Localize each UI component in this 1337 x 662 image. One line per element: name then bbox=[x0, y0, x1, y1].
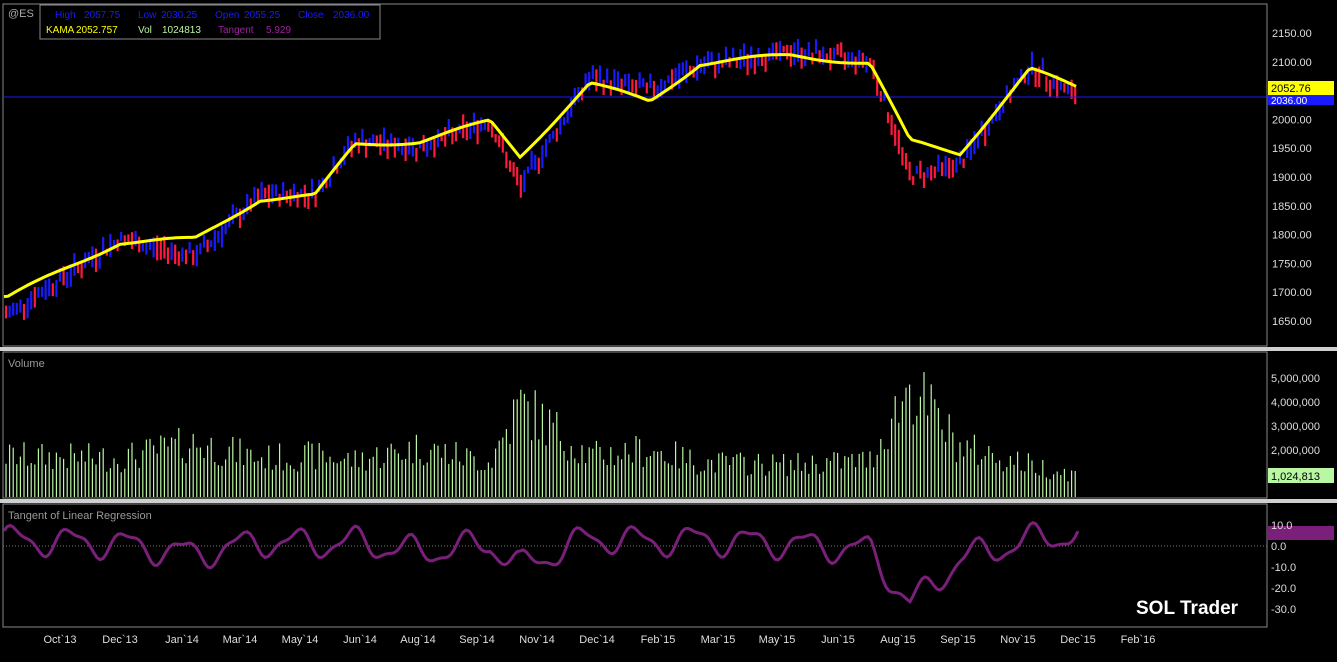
tangent-tick: 0.0 bbox=[1271, 541, 1286, 553]
time-tick: Jan`14 bbox=[165, 634, 199, 646]
time-tick: Sep`14 bbox=[459, 634, 494, 646]
time-tick: Mar`15 bbox=[701, 634, 736, 646]
volume-axis: 5,000,000 4,000,000 3,000,000 2,000,000 bbox=[1271, 373, 1320, 457]
price-tick: 1800.00 bbox=[1272, 230, 1312, 242]
tangent-tick: 10.0 bbox=[1271, 520, 1292, 532]
time-tick: Jun`14 bbox=[343, 634, 377, 646]
time-tick: Dec`14 bbox=[579, 634, 614, 646]
info-value: 1024813 bbox=[162, 25, 201, 36]
watermark: SOL Trader bbox=[1136, 598, 1239, 619]
volume-badge-label: 1,024,813 bbox=[1271, 471, 1320, 483]
time-tick: May`15 bbox=[759, 634, 796, 646]
info-value: 2055.25 bbox=[244, 10, 281, 21]
pane-separator-2[interactable] bbox=[0, 499, 1337, 503]
info-value: 5.929 bbox=[266, 25, 291, 36]
info-label: Close bbox=[298, 10, 324, 21]
volume-title: Volume bbox=[8, 358, 45, 370]
time-axis: Oct`13 Dec`13 Jan`14 Mar`14 May`14 Jun`14 Aug`… bbox=[43, 634, 1155, 646]
time-tick: Oct`13 bbox=[43, 634, 76, 646]
tangent-tick: -10.0 bbox=[1271, 562, 1296, 574]
price-tick: 1900.00 bbox=[1272, 172, 1312, 184]
price-tick: 1850.00 bbox=[1272, 201, 1312, 213]
price-tick: 1700.00 bbox=[1272, 287, 1312, 299]
time-tick: Nov`15 bbox=[1000, 634, 1035, 646]
symbol-label: @ES bbox=[8, 8, 34, 20]
price-tick: 1650.00 bbox=[1272, 316, 1312, 328]
time-tick: Mar`14 bbox=[223, 634, 258, 646]
info-label: KAMA bbox=[46, 25, 75, 36]
info-value: 2030.25 bbox=[161, 10, 198, 21]
time-tick: Dec`15 bbox=[1060, 634, 1095, 646]
info-value: 2052.757 bbox=[76, 25, 118, 36]
tangent-tick: -20.0 bbox=[1271, 583, 1296, 595]
price-axis: 2150.002100.002050.002000.001950.001900.… bbox=[1272, 28, 1312, 328]
tangent-line bbox=[2, 520, 1080, 604]
tangent-panel-frame bbox=[2, 503, 1268, 628]
volume-tick: 4,000,000 bbox=[1271, 397, 1320, 409]
info-value: 2036.00 bbox=[333, 10, 370, 21]
price-tick: 1750.00 bbox=[1272, 258, 1312, 270]
volume-bars bbox=[5, 372, 1076, 497]
price-tick: 1950.00 bbox=[1272, 143, 1312, 155]
price-panel-frame bbox=[2, 3, 1268, 347]
tangent-tick: -30.0 bbox=[1271, 604, 1296, 616]
price-tick: 2000.00 bbox=[1272, 114, 1312, 126]
kama-line bbox=[3, 53, 1077, 299]
price-tick: 2150.00 bbox=[1272, 28, 1312, 40]
info-label: Open bbox=[215, 10, 239, 21]
kama-badge-label: 2052.76 bbox=[1271, 83, 1311, 95]
volume-tick: 2,000,000 bbox=[1271, 445, 1320, 457]
volume-tick: 3,000,000 bbox=[1271, 421, 1320, 433]
time-tick: May`14 bbox=[282, 634, 319, 646]
time-tick: Feb`15 bbox=[641, 634, 676, 646]
time-tick: Aug`15 bbox=[880, 634, 915, 646]
info-value: 2057.75 bbox=[84, 10, 121, 21]
info-label: High bbox=[55, 10, 76, 21]
trading-chart[interactable]: @ES High 2057.75 Low 2030.25 Open 2055.25 Clos… bbox=[0, 0, 1337, 662]
close-badge-label: 2036.00 bbox=[1271, 96, 1308, 107]
volume-tick: 5,000,000 bbox=[1271, 373, 1320, 385]
info-label: Low bbox=[138, 10, 157, 21]
pane-separator-1[interactable] bbox=[0, 347, 1337, 351]
price-bars bbox=[4, 38, 1077, 320]
time-tick: Jun`15 bbox=[821, 634, 855, 646]
info-label: Vol bbox=[138, 25, 152, 36]
time-tick: Nov`14 bbox=[519, 634, 554, 646]
price-tick: 2100.00 bbox=[1272, 57, 1312, 69]
time-tick: Feb`16 bbox=[1121, 634, 1156, 646]
time-tick: Dec`13 bbox=[102, 634, 137, 646]
info-label: Tangent bbox=[218, 25, 254, 36]
time-tick: Sep`15 bbox=[940, 634, 975, 646]
tangent-title: Tangent of Linear Regression bbox=[8, 510, 152, 522]
time-tick: Aug`14 bbox=[400, 634, 435, 646]
